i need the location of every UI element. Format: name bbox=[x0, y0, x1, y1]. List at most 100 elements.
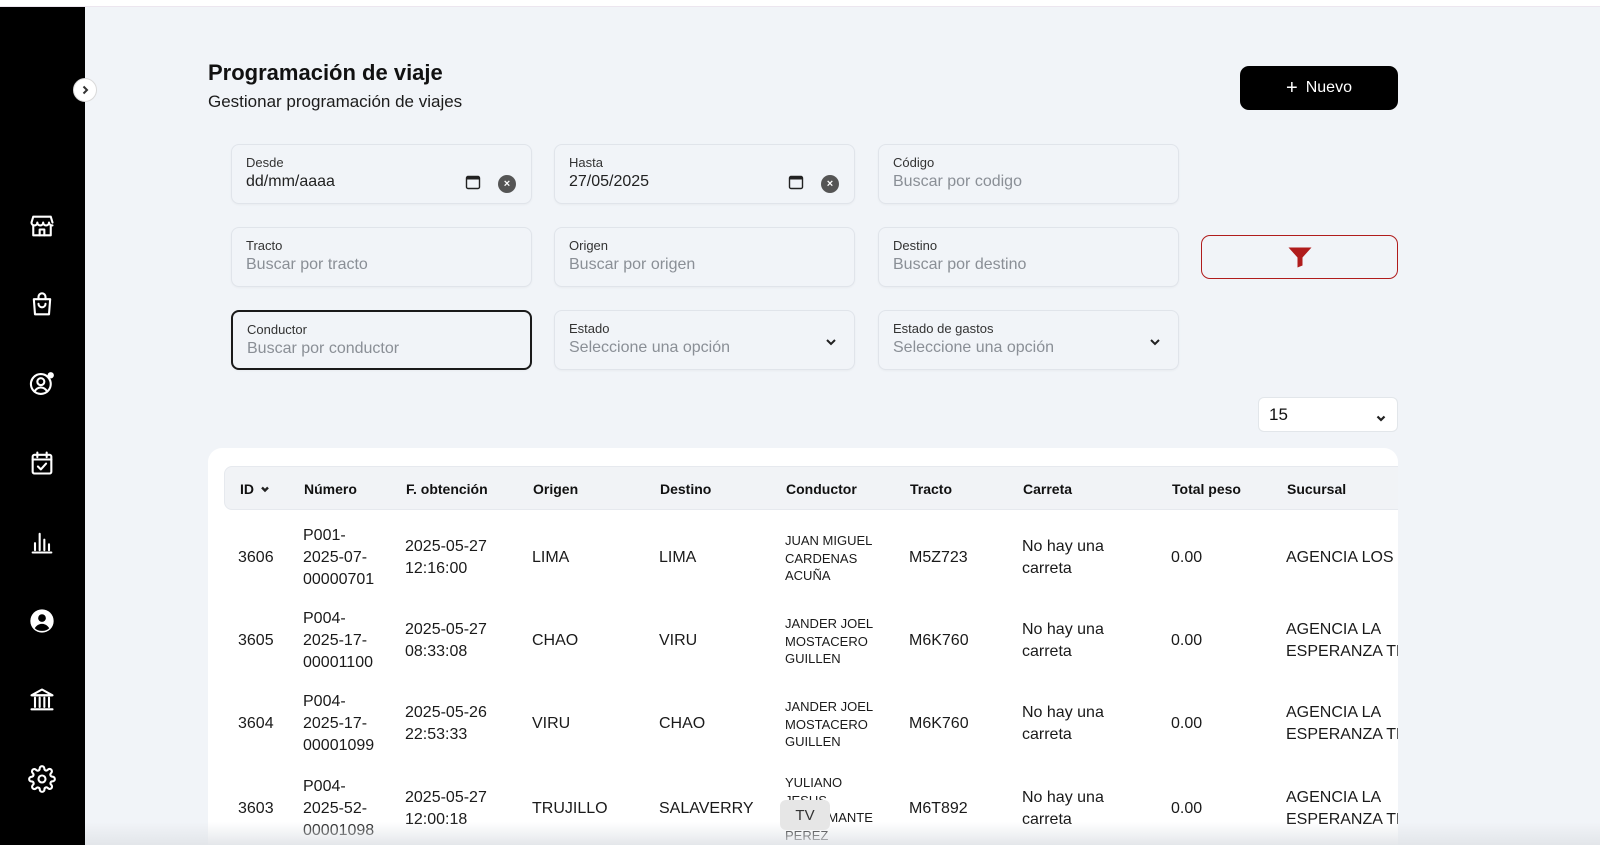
cell-line: LIMA bbox=[659, 549, 697, 566]
cell-line: 3603 bbox=[238, 800, 274, 817]
column-header-carreta[interactable]: Carreta bbox=[1023, 481, 1072, 497]
user-settings-icon[interactable] bbox=[22, 364, 62, 404]
cell-line: P004- bbox=[303, 693, 346, 710]
calendar-check-icon[interactable] bbox=[22, 443, 62, 483]
sort-chevron-icon[interactable] bbox=[260, 481, 270, 497]
destino-field[interactable]: Destino Buscar por destino bbox=[878, 227, 1179, 287]
column-header-fecha[interactable]: F. obtención bbox=[406, 481, 488, 497]
cell-line: JANDER JOEL bbox=[785, 616, 874, 631]
sidebar-expand-button[interactable] bbox=[73, 78, 97, 102]
cell-line: CHAO bbox=[532, 632, 579, 649]
tv-badge[interactable]: TV bbox=[780, 800, 830, 830]
cell-numero: P004- 2025-17- 00001100 bbox=[303, 608, 373, 674]
bottom-fade bbox=[85, 822, 1600, 845]
conductor-field[interactable]: Conductor Buscar por conductor bbox=[231, 310, 532, 370]
table-row[interactable]: 3606 P001- 2025-07- 00000701 2025-05-27 12:16… bbox=[208, 516, 1398, 599]
column-header-id[interactable]: ID bbox=[240, 481, 270, 497]
cell-line: 2025-52- bbox=[303, 800, 368, 817]
destino-label: Destino bbox=[893, 238, 938, 253]
cell-line: M6K760 bbox=[909, 632, 969, 649]
shopping-bag-icon[interactable] bbox=[22, 285, 62, 325]
cell-origen: LIMA bbox=[532, 547, 569, 569]
gear-icon[interactable] bbox=[22, 759, 62, 799]
cell-line: AGENCIA LOS C bbox=[1286, 549, 1398, 566]
cell-line: GUILLEN bbox=[785, 651, 841, 666]
codigo-input[interactable]: Buscar por codigo bbox=[893, 173, 1164, 191]
origen-label: Origen bbox=[569, 238, 609, 253]
calendar-icon[interactable] bbox=[465, 174, 481, 190]
column-header-origen[interactable]: Origen bbox=[533, 481, 578, 497]
codigo-field[interactable]: Código Buscar por codigo bbox=[878, 144, 1179, 204]
cell-line: carreta bbox=[1022, 643, 1072, 660]
column-header-destino[interactable]: Destino bbox=[660, 481, 711, 497]
page-size-value: 15 bbox=[1269, 405, 1288, 424]
bar-chart-icon[interactable] bbox=[22, 522, 62, 562]
clear-date-icon[interactable]: × bbox=[498, 175, 516, 193]
page-subtitle: Gestionar programación de viajes bbox=[208, 92, 463, 111]
cell-line: 2025-05-26 bbox=[405, 704, 487, 721]
estado-gastos-label: Estado de gastos bbox=[893, 321, 994, 336]
cell-line: P004- bbox=[303, 778, 346, 795]
chevron-down-icon bbox=[1375, 409, 1387, 422]
cell-line: YULIANO bbox=[785, 775, 843, 790]
cell-fecha: 2025-05-26 22:53:33 bbox=[405, 702, 487, 746]
cell-line: M6K760 bbox=[909, 715, 969, 732]
cell-line: ESPERANZA TR bbox=[1286, 726, 1398, 743]
cell-line: No hay una bbox=[1022, 538, 1104, 555]
column-header-total-peso[interactable]: Total peso bbox=[1172, 481, 1241, 497]
desde-date-field[interactable]: Desde dd/mm/aaaa × bbox=[231, 144, 532, 204]
cell-sucursal: AGENCIA LA ESPERANZA TR bbox=[1286, 702, 1398, 746]
page-size-select[interactable]: 15 bbox=[1258, 397, 1398, 432]
destino-input[interactable]: Buscar por destino bbox=[893, 256, 1164, 274]
origen-input[interactable]: Buscar por origen bbox=[569, 256, 840, 274]
store-icon[interactable] bbox=[22, 206, 62, 246]
cell-line: 2025-07- bbox=[303, 549, 368, 566]
cell-sucursal: AGENCIA LA ESPERANZA TR bbox=[1286, 619, 1398, 663]
table-row[interactable]: 3604 P004- 2025-17- 00001099 2025-05-26 22:53… bbox=[208, 682, 1398, 765]
cell-line: 0.00 bbox=[1171, 800, 1203, 817]
cell-line: AGENCIA LA bbox=[1286, 704, 1382, 721]
plus-icon: + bbox=[1286, 77, 1298, 99]
estado-gastos-value[interactable]: Seleccione una opción bbox=[893, 339, 1164, 357]
origen-field[interactable]: Origen Buscar por origen bbox=[554, 227, 855, 287]
calendar-icon[interactable] bbox=[788, 174, 804, 190]
column-header-tracto[interactable]: Tracto bbox=[910, 481, 952, 497]
cell-carreta: No hay una carreta bbox=[1022, 536, 1104, 580]
column-header-sucursal[interactable]: Sucursal bbox=[1287, 481, 1346, 497]
table-row[interactable]: 3605 P004- 2025-17- 00001100 2025-05-27 08:33… bbox=[208, 599, 1398, 682]
filter-icon bbox=[1288, 247, 1311, 268]
bank-icon[interactable] bbox=[22, 680, 62, 720]
cell-tracto: M5Z723 bbox=[909, 547, 968, 569]
cell-line: 2025-05-27 bbox=[405, 621, 487, 638]
tracto-field[interactable]: Tracto Buscar por tracto bbox=[231, 227, 532, 287]
filter-button[interactable] bbox=[1201, 235, 1398, 279]
cell-line: JANDER JOEL bbox=[785, 699, 874, 714]
user-circle-icon[interactable] bbox=[22, 601, 62, 641]
cell-sucursal: AGENCIA LOS C bbox=[1286, 547, 1398, 569]
hasta-date-field[interactable]: Hasta 27/05/2025 × bbox=[554, 144, 855, 204]
clear-date-icon[interactable]: × bbox=[821, 175, 839, 193]
trips-table: ID Número F. obtención Origen Destino Co… bbox=[208, 448, 1398, 845]
tracto-input[interactable]: Buscar por tracto bbox=[246, 256, 517, 274]
cell-line: No hay una bbox=[1022, 704, 1104, 721]
cell-line: CHAO bbox=[659, 715, 706, 732]
cell-line: P004- bbox=[303, 610, 346, 627]
conductor-input[interactable]: Buscar por conductor bbox=[247, 340, 516, 358]
estado-select[interactable]: Estado Seleccione una opción bbox=[554, 310, 855, 370]
cell-line: No hay una bbox=[1022, 621, 1104, 638]
cell-id: 3606 bbox=[238, 547, 274, 569]
cell-peso: 0.00 bbox=[1171, 630, 1202, 652]
column-header-conductor[interactable]: Conductor bbox=[786, 481, 857, 497]
table-header: ID Número F. obtención Origen Destino Co… bbox=[224, 466, 1398, 510]
top-bar bbox=[0, 0, 1600, 7]
estado-label: Estado bbox=[569, 321, 610, 336]
cell-line: 0.00 bbox=[1171, 632, 1203, 649]
cell-origen: VIRU bbox=[532, 713, 570, 735]
column-header-numero[interactable]: Número bbox=[304, 481, 357, 497]
cell-destino: VIRU bbox=[659, 630, 697, 652]
cell-conductor: JANDER JOEL MOSTACERO GUILLEN bbox=[785, 698, 873, 751]
cell-line: CARDENAS bbox=[785, 550, 858, 566]
estado-value[interactable]: Seleccione una opción bbox=[569, 339, 840, 357]
estado-gastos-select[interactable]: Estado de gastos Seleccione una opción bbox=[878, 310, 1179, 370]
new-button[interactable]: + Nuevo bbox=[1240, 66, 1398, 110]
